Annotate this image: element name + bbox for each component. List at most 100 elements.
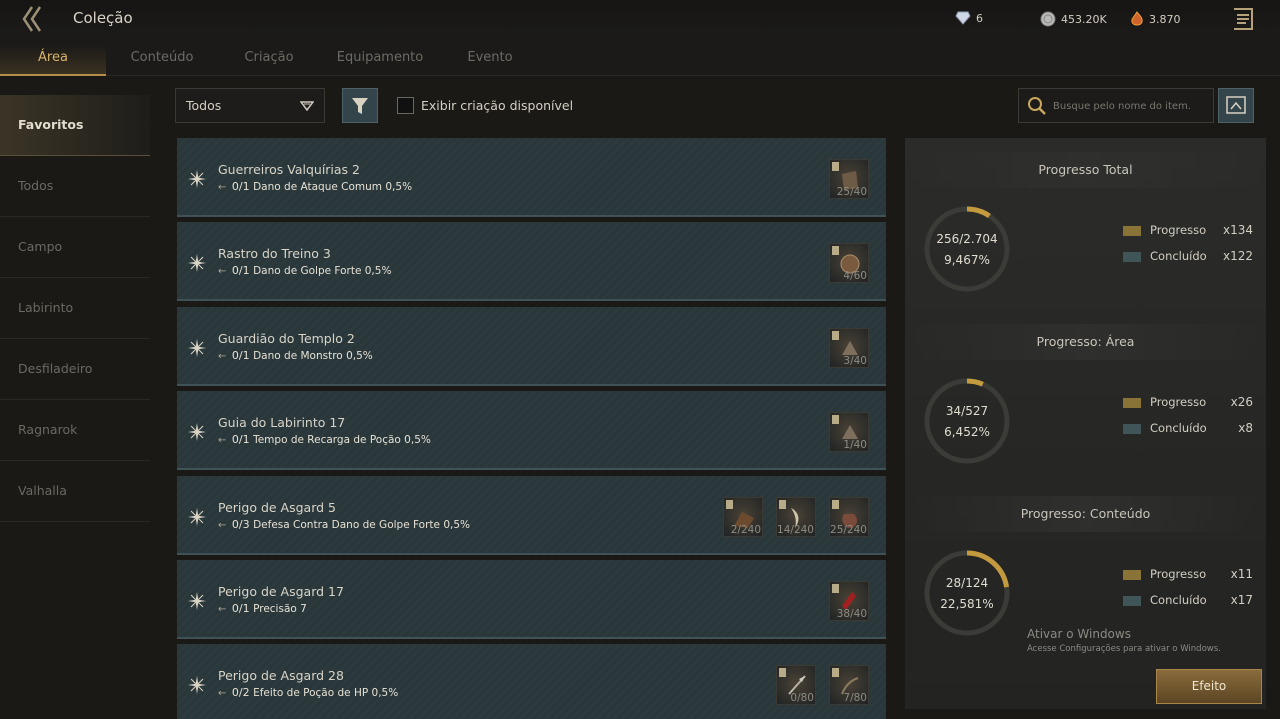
legend-swatch-done bbox=[1123, 424, 1141, 434]
progress-ring-text: 34/527 6,452% bbox=[922, 401, 1012, 443]
legend-label-progress: Progresso bbox=[1150, 395, 1207, 409]
collection-effect: ← 0/3 Defesa Contra Dano de Golpe Forte … bbox=[218, 518, 470, 531]
arrow-left-icon: ← bbox=[218, 435, 227, 447]
collection-effect: ← 0/1 Dano de Monstro 0,5% bbox=[218, 349, 373, 362]
collection-item-slot[interactable]: 1/40 bbox=[829, 412, 869, 453]
progress-panel: Progresso Total 256/2.704 9,467% Progres… bbox=[905, 138, 1266, 709]
flame-gem-icon bbox=[1131, 11, 1143, 26]
star-icon[interactable] bbox=[188, 507, 206, 526]
filter-button[interactable] bbox=[342, 88, 378, 123]
collection-row[interactable]: Guia do Labirinto 17 ← 0/1 Tempo de Reca… bbox=[177, 391, 886, 471]
progress-section-title: Progresso: Área bbox=[1036, 334, 1135, 349]
currency-flame: 3.870 bbox=[1130, 11, 1181, 27]
tab-equipamento[interactable]: Equipamento bbox=[330, 38, 430, 76]
collection-name: Perigo de Asgard 28 bbox=[218, 668, 344, 684]
collection-row[interactable]: Perigo de Asgard 5 ← 0/3 Defesa Contra D… bbox=[177, 475, 886, 555]
search-input[interactable] bbox=[1053, 97, 1208, 115]
progress-ring-text: 28/124 22,581% bbox=[922, 573, 1012, 615]
collection-effect-text: Dano de Ataque Comum 0,5% bbox=[253, 181, 413, 193]
collection-effect-text: Dano de Monstro 0,5% bbox=[253, 349, 373, 362]
collection-row[interactable]: Rastro do Treino 3 ← 0/1 Dano de Golpe F… bbox=[177, 222, 886, 302]
collection-effect-count: 0/2 bbox=[231, 686, 250, 700]
item-count: 25/240 bbox=[830, 523, 867, 536]
category-select[interactable]: Todos bbox=[175, 88, 325, 123]
collection-row[interactable]: Guardião do Templo 2 ← 0/1 Dano de Monst… bbox=[177, 306, 886, 386]
collection-item-slot[interactable]: 2/240 bbox=[723, 496, 763, 537]
legend-count-progress: x134 bbox=[1222, 223, 1253, 237]
top-bar: Coleção 6 453.20K 3.870 bbox=[0, 0, 1280, 38]
collection-effect-text: Tempo de Recarga de Poção 0,5% bbox=[253, 434, 431, 447]
progress-percent: 6,452% bbox=[944, 425, 990, 439]
collection-item-slot[interactable]: 7/80 bbox=[829, 665, 869, 706]
collection-effect-text: Efeito de Poção de HP 0,5% bbox=[253, 687, 399, 700]
menu-button[interactable] bbox=[1232, 6, 1254, 32]
collection-row[interactable]: Guerreiros Valquírias 2 ← 0/1 Dano de At… bbox=[177, 138, 886, 217]
item-count: 14/240 bbox=[777, 523, 814, 536]
sidebar-item-campo[interactable]: Campo bbox=[0, 217, 150, 278]
sidebar-item-valhalla[interactable]: Valhalla bbox=[0, 461, 150, 522]
diamond-count: 6 bbox=[976, 11, 983, 25]
collection-item-slot[interactable]: 25/240 bbox=[829, 496, 869, 537]
triangle-down-icon bbox=[300, 101, 314, 111]
sidebar-item-desfiladeiro[interactable]: Desfiladeiro bbox=[0, 339, 150, 400]
show-craftable-checkbox[interactable] bbox=[397, 97, 414, 114]
legend-label-progress: Progresso bbox=[1150, 567, 1207, 581]
collection-row[interactable]: Perigo de Asgard 28 ← 0/2 Efeito de Poçã… bbox=[177, 644, 886, 719]
collection-item-slot[interactable]: 25/40 bbox=[829, 159, 869, 199]
search-box bbox=[1018, 88, 1214, 123]
legend-label-progress: Progresso bbox=[1150, 223, 1207, 237]
progress-section-title: Progresso Total bbox=[1038, 162, 1133, 177]
collection-name: Perigo de Asgard 17 bbox=[218, 583, 344, 599]
tab-criacao[interactable]: Criação bbox=[228, 38, 310, 76]
sidebar-item-ragnarok[interactable]: Ragnarok bbox=[0, 400, 150, 461]
item-corner-badge bbox=[832, 499, 839, 509]
map-frame-icon bbox=[1226, 96, 1246, 114]
collection-list: Guerreiros Valquírias 2 ← 0/1 Dano de At… bbox=[177, 138, 886, 719]
legend-swatch-done bbox=[1123, 252, 1141, 262]
collection-effect-count: 0/1 bbox=[231, 264, 250, 278]
item-count: 4/60 bbox=[843, 270, 867, 283]
tab-evento[interactable]: Evento bbox=[458, 38, 522, 76]
collection-item-slot[interactable]: 14/240 bbox=[776, 496, 816, 537]
collection-name: Guerreiros Valquírias 2 bbox=[218, 162, 360, 177]
effect-button[interactable]: Efeito bbox=[1156, 669, 1262, 704]
arrow-left-icon: ← bbox=[218, 266, 227, 278]
progress-value: 256/2.704 bbox=[936, 232, 998, 246]
silver-coin-icon bbox=[1040, 11, 1056, 27]
tab-conteudo[interactable]: Conteúdo bbox=[114, 38, 210, 76]
arrow-left-icon: ← bbox=[218, 603, 227, 615]
collection-item-slot[interactable]: 38/40 bbox=[829, 580, 869, 621]
star-icon[interactable] bbox=[188, 423, 206, 442]
flame-count: 3.870 bbox=[1149, 12, 1181, 26]
item-corner-badge bbox=[832, 668, 839, 678]
collection-item-slot[interactable]: 3/40 bbox=[829, 327, 869, 368]
collection-row[interactable]: Perigo de Asgard 17 ← 0/1 Precisão 7 38/… bbox=[177, 559, 886, 639]
sidebar-item-todos[interactable]: Todos bbox=[0, 156, 150, 217]
collection-item-slot[interactable]: 0/80 bbox=[776, 665, 816, 706]
category-select-value: Todos bbox=[186, 98, 222, 113]
item-corner-badge bbox=[726, 499, 733, 509]
tab-area[interactable]: Área bbox=[0, 38, 106, 76]
item-count: 3/40 bbox=[843, 354, 867, 367]
sidebar-item-favoritos[interactable]: Favoritos bbox=[0, 95, 150, 156]
star-icon[interactable] bbox=[188, 254, 206, 273]
star-icon[interactable] bbox=[188, 676, 206, 695]
star-icon[interactable] bbox=[188, 338, 206, 357]
item-corner-badge bbox=[779, 668, 786, 678]
progress-value: 34/527 bbox=[945, 404, 989, 418]
sidebar-item-labirinto[interactable]: Labirinto bbox=[0, 278, 150, 339]
chevron-back-icon bbox=[22, 6, 42, 32]
back-button[interactable] bbox=[18, 4, 50, 34]
star-icon[interactable] bbox=[188, 170, 206, 188]
collection-effect-count: 0/1 bbox=[231, 348, 250, 362]
collection-effect-count: 0/3 bbox=[231, 517, 250, 531]
collection-item-slot[interactable]: 4/60 bbox=[829, 243, 869, 284]
currency-silver: 453.20K bbox=[1040, 11, 1107, 27]
collection-effect: ← 0/1 Tempo de Recarga de Poção 0,5% bbox=[218, 433, 431, 446]
collection-map-button[interactable] bbox=[1218, 88, 1254, 123]
star-icon[interactable] bbox=[188, 591, 206, 610]
item-corner-badge bbox=[832, 415, 839, 425]
collection-effect-text: Precisão 7 bbox=[253, 602, 307, 615]
activation-watermark-title: Ativar o Windows bbox=[1027, 627, 1131, 641]
collection-name: Rastro do Treino 3 bbox=[218, 246, 331, 262]
